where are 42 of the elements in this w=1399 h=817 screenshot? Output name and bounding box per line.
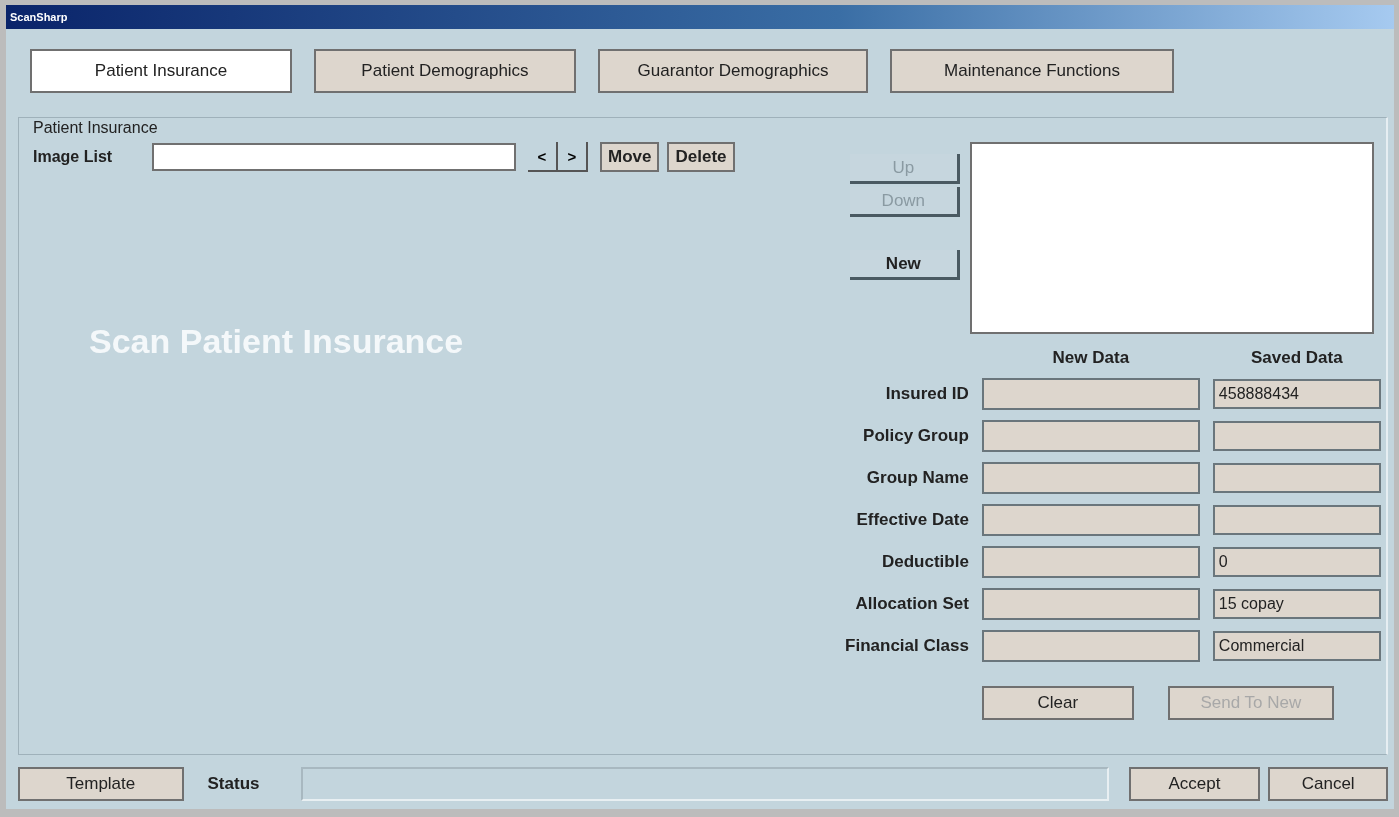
next-button[interactable]: > xyxy=(558,142,588,172)
status-label: Status xyxy=(207,774,261,794)
field-label: Allocation Set xyxy=(854,594,969,614)
field-label: Effective Date xyxy=(855,510,969,530)
field-label: Group Name xyxy=(865,468,969,488)
field-label: Financial Class xyxy=(844,636,969,656)
window-title: ScanSharp xyxy=(10,11,68,23)
image-list-field[interactable] xyxy=(152,143,516,171)
new-data-field[interactable] xyxy=(981,546,1200,578)
field-label: Policy Group xyxy=(862,426,969,446)
column-header: Saved Data xyxy=(1250,348,1344,368)
saved-data-field[interactable]: 0 xyxy=(1212,547,1381,577)
group-title: Patient Insurance xyxy=(33,119,158,137)
tab[interactable]: Guarantor Demographics xyxy=(598,49,868,93)
new-data-field[interactable] xyxy=(981,378,1200,410)
saved-data-field[interactable]: 15 copay xyxy=(1212,589,1381,619)
button[interactable]: Delete xyxy=(667,142,735,172)
tab[interactable]: Patient Insurance xyxy=(30,49,292,93)
saved-data-field[interactable] xyxy=(1212,463,1381,493)
tab[interactable]: Patient Demographics xyxy=(314,49,576,93)
new-data-field[interactable] xyxy=(981,630,1200,662)
saved-data-field[interactable]: 458888434 xyxy=(1212,379,1381,409)
field-label: Deductible xyxy=(880,552,969,572)
field-label: Insured ID xyxy=(884,384,969,404)
button[interactable]: Cancel xyxy=(1268,767,1388,801)
list-button[interactable]: New xyxy=(849,250,960,280)
button[interactable]: Accept xyxy=(1128,767,1261,801)
button[interactable]: Move xyxy=(600,142,660,172)
template-button[interactable]: Template xyxy=(18,767,184,801)
list-box[interactable] xyxy=(969,142,1374,334)
new-data-field[interactable] xyxy=(981,504,1200,536)
tab[interactable]: Maintenance Functions xyxy=(890,49,1174,93)
action-button[interactable]: Clear xyxy=(981,686,1134,720)
column-header: New Data xyxy=(1051,348,1131,368)
previous-button[interactable]: < xyxy=(528,142,558,172)
new-data-field[interactable] xyxy=(981,420,1200,452)
new-data-field[interactable] xyxy=(981,588,1200,620)
new-data-field[interactable] xyxy=(981,462,1200,494)
saved-data-field[interactable]: Commercial xyxy=(1212,631,1381,661)
saved-data-field[interactable] xyxy=(1212,505,1381,535)
field-label: Image List xyxy=(33,148,114,166)
saved-data-field[interactable] xyxy=(1212,421,1381,451)
